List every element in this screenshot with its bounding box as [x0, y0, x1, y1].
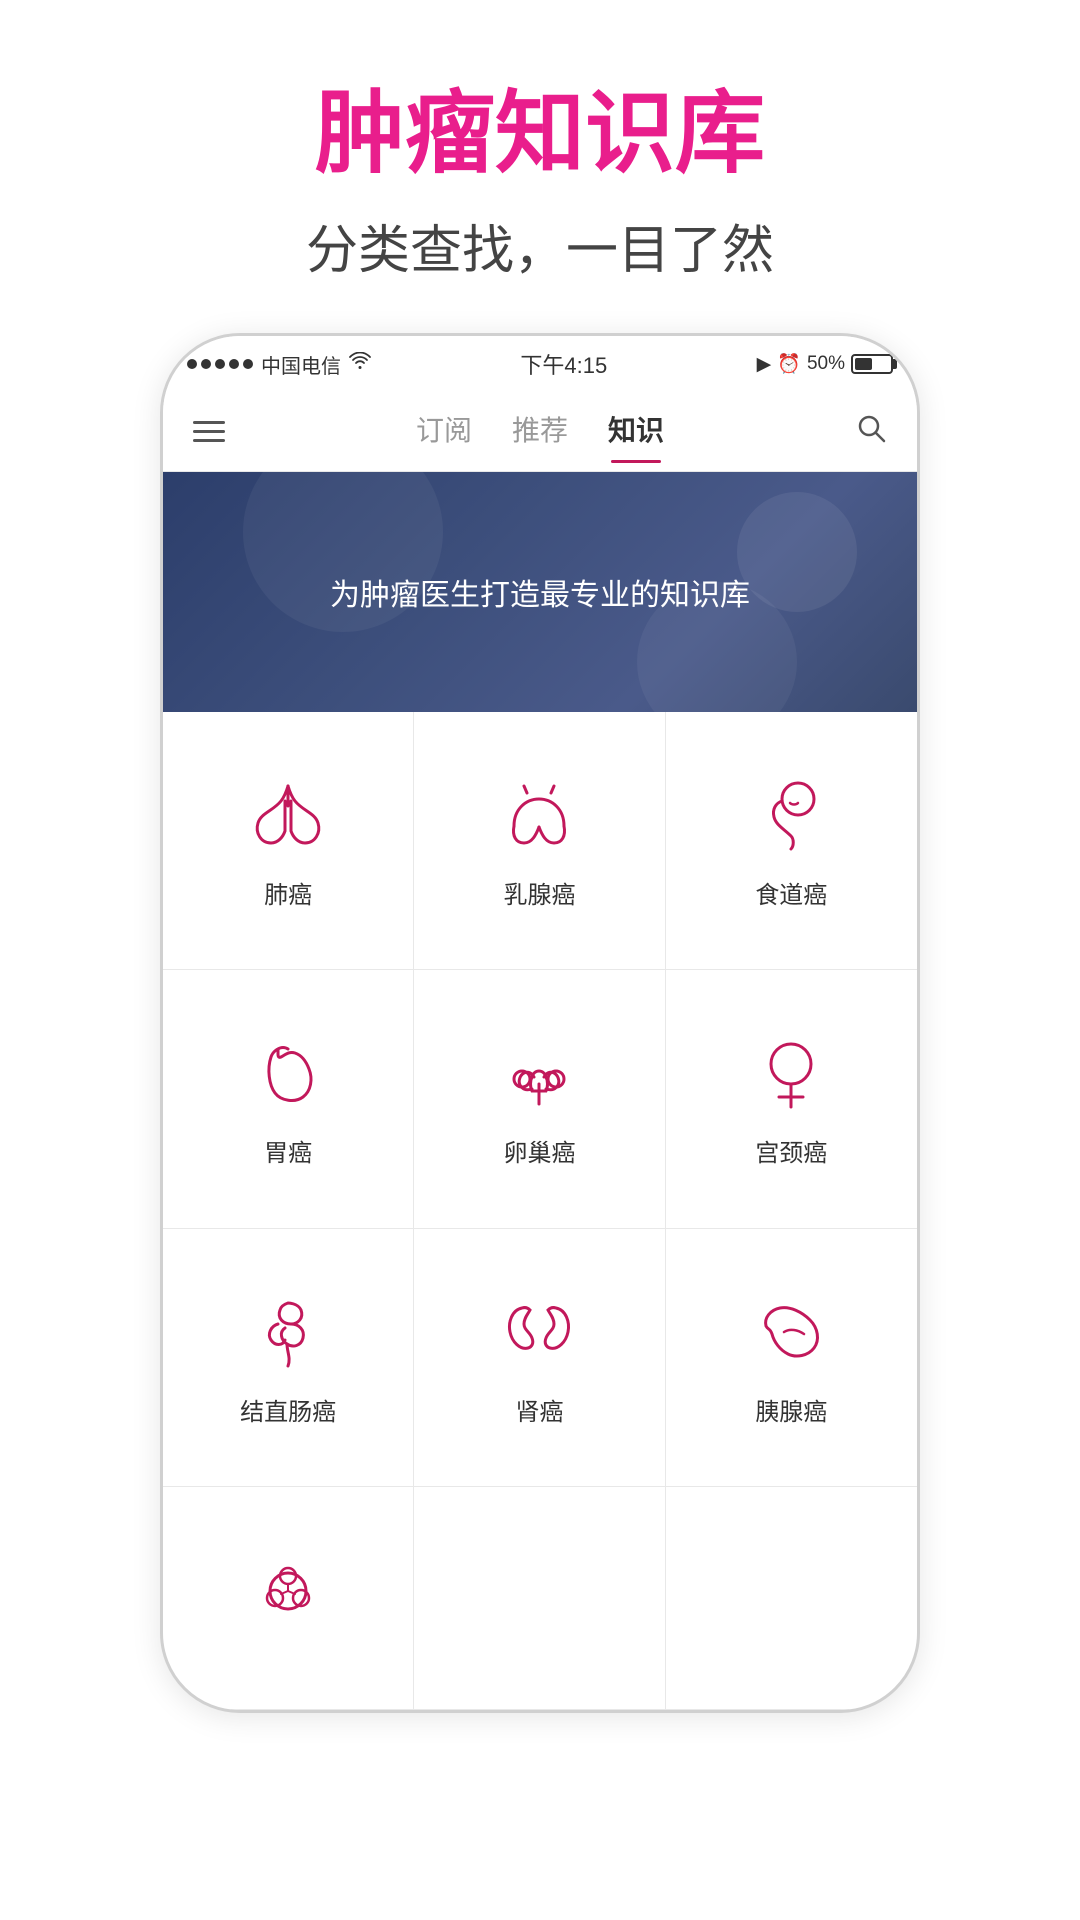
page-title-sub: 分类查找，一目了然: [306, 208, 774, 283]
category-lung[interactable]: 肺癌: [163, 712, 414, 970]
stomach-icon: [243, 1029, 333, 1119]
status-time: 下午4:15: [520, 348, 607, 380]
category-lymph[interactable]: [163, 1487, 414, 1710]
cervix-label: 宫颈癌: [755, 1133, 827, 1168]
pancreas-icon: [746, 1288, 836, 1378]
breast-label: 乳腺癌: [503, 875, 575, 910]
breast-icon: [494, 771, 584, 861]
category-kidney[interactable]: 肾癌: [414, 1229, 665, 1487]
nav-tabs: 订阅 推荐 知识: [416, 409, 664, 455]
battery-percent: 50%: [807, 353, 845, 375]
category-ovary[interactable]: 卵巢癌: [414, 970, 665, 1228]
nav-bar: 订阅 推荐 知识: [163, 392, 917, 472]
page-title-main: 肿瘤知识库: [306, 80, 774, 188]
search-button[interactable]: [855, 412, 887, 452]
ovary-label: 卵巢癌: [503, 1133, 575, 1168]
category-empty-1: [414, 1487, 665, 1710]
status-right: ▶ ⏰ 50%: [757, 352, 893, 376]
tab-subscribe[interactable]: 订阅: [416, 409, 472, 455]
battery-tip: [893, 359, 897, 369]
alarm-icon: ⏰: [777, 352, 801, 376]
pancreas-label: 胰腺癌: [755, 1392, 827, 1427]
menu-line-2: [193, 430, 225, 433]
cervix-icon: [746, 1029, 836, 1119]
stomach-label: 胃癌: [264, 1133, 312, 1168]
location-icon: ▶: [757, 353, 772, 376]
battery-fill: [855, 358, 872, 370]
category-cervix[interactable]: 宫颈癌: [666, 970, 917, 1228]
banner-text: 为肿瘤医生打造最专业的知识库: [330, 570, 750, 614]
category-stomach[interactable]: 胃癌: [163, 970, 414, 1228]
kidney-icon: [494, 1288, 584, 1378]
knowledge-banner: 为肿瘤医生打造最专业的知识库: [163, 472, 917, 712]
category-colorectal[interactable]: 结直肠癌: [163, 1229, 414, 1487]
tab-recommend[interactable]: 推荐: [512, 409, 568, 455]
categories-grid: 肺癌 乳腺癌: [163, 712, 917, 1710]
wifi-icon: [349, 352, 371, 376]
signal-dots: [187, 359, 253, 369]
signal-dot-4: [229, 359, 239, 369]
kidney-label: 肾癌: [515, 1392, 563, 1427]
tab-knowledge[interactable]: 知识: [608, 409, 664, 455]
esophagus-icon: [746, 771, 836, 861]
lymph-icon: [243, 1546, 333, 1636]
menu-button[interactable]: [193, 421, 225, 442]
signal-dot-1: [187, 359, 197, 369]
category-empty-2: [666, 1487, 917, 1710]
category-pancreas[interactable]: 胰腺癌: [666, 1229, 917, 1487]
category-esophagus[interactable]: 食道癌: [666, 712, 917, 970]
esophagus-label: 食道癌: [755, 875, 827, 910]
ovary-icon: [494, 1029, 584, 1119]
carrier-name: 中国电信: [261, 350, 341, 379]
status-left: 中国电信: [187, 350, 371, 379]
battery-bar: [851, 354, 893, 374]
colorectal-icon: [243, 1288, 333, 1378]
signal-dot-5: [243, 359, 253, 369]
colorectal-label: 结直肠癌: [240, 1392, 336, 1427]
menu-line-1: [193, 421, 225, 424]
lung-icon: [243, 771, 333, 861]
banner-deco-3: [737, 492, 857, 612]
menu-line-3: [193, 439, 225, 442]
status-bar: 中国电信 下午4:15 ▶ ⏰ 50%: [163, 336, 917, 392]
phone-frame: 中国电信 下午4:15 ▶ ⏰ 50%: [160, 333, 920, 1713]
lung-label: 肺癌: [264, 875, 312, 910]
category-breast[interactable]: 乳腺癌: [414, 712, 665, 970]
signal-dot-2: [201, 359, 211, 369]
page-header: 肿瘤知识库 分类查找，一目了然: [306, 80, 774, 283]
signal-dot-3: [215, 359, 225, 369]
